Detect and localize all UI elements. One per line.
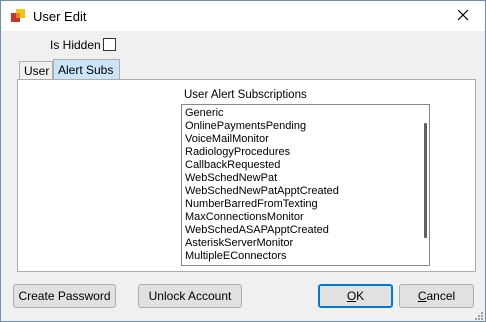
list-item[interactable]: NumberBarredFromTexting xyxy=(185,198,339,211)
window-title: User Edit xyxy=(33,9,87,24)
cancel-button[interactable]: Cancel xyxy=(399,284,474,308)
list-item[interactable]: OnlinePaymentsPending xyxy=(185,120,339,133)
unlock-account-label: Unlock Account xyxy=(148,289,232,303)
cancel-mnemonic: C xyxy=(417,289,427,303)
listbox-scrollbar[interactable] xyxy=(424,123,427,238)
alert-subscriptions-listbox[interactable]: Generic OnlinePaymentsPending VoiceMailMon… xyxy=(181,104,430,266)
resize-grip-icon[interactable] xyxy=(473,309,483,320)
list-item[interactable]: AsteriskServerMonitor xyxy=(185,237,339,250)
list-item[interactable]: Generic xyxy=(185,107,339,120)
list-item[interactable]: VoiceMailMonitor xyxy=(185,133,339,146)
list-item[interactable]: WebSchedASAPApptCreated xyxy=(185,224,339,237)
tab-alert-subs-label: Alert Subs xyxy=(58,63,114,77)
ok-button[interactable]: OK xyxy=(318,284,393,308)
title-bar[interactable]: User Edit xyxy=(1,1,485,31)
unlock-account-button[interactable]: Unlock Account xyxy=(138,284,242,308)
user-edit-window: User Edit Is Hidden User Alert Subs User… xyxy=(0,0,486,322)
is-hidden-label: Is Hidden xyxy=(50,38,101,52)
list-item[interactable]: MultipleEConnectors xyxy=(185,250,339,263)
app-icon xyxy=(11,9,25,23)
create-password-label: Create Password xyxy=(18,289,111,303)
list-item[interactable]: RadiologyProcedures xyxy=(185,146,339,159)
is-hidden-checkbox[interactable] xyxy=(103,38,116,51)
list-item[interactable]: WebSchedNewPatApptCreated xyxy=(185,185,339,198)
tab-alert-subs[interactable]: Alert Subs xyxy=(53,59,120,80)
close-button[interactable] xyxy=(441,1,485,31)
alert-subscriptions-label: User Alert Subscriptions xyxy=(184,89,307,101)
list-item[interactable]: MaxConnectionsMonitor xyxy=(185,211,339,224)
close-icon xyxy=(457,9,469,24)
ok-label-rest: K xyxy=(356,289,365,303)
list-item[interactable]: WebSchedNewPat xyxy=(185,172,339,185)
list-item[interactable]: CallbackRequested xyxy=(185,159,339,172)
cancel-label-rest: ancel xyxy=(426,289,456,303)
tab-user-label: User xyxy=(24,64,50,78)
tab-user[interactable]: User xyxy=(19,61,53,80)
create-password-button[interactable]: Create Password xyxy=(13,284,116,308)
ok-mnemonic: O xyxy=(346,289,357,303)
alert-subscriptions-list: Generic OnlinePaymentsPending VoiceMailMon… xyxy=(185,107,339,263)
